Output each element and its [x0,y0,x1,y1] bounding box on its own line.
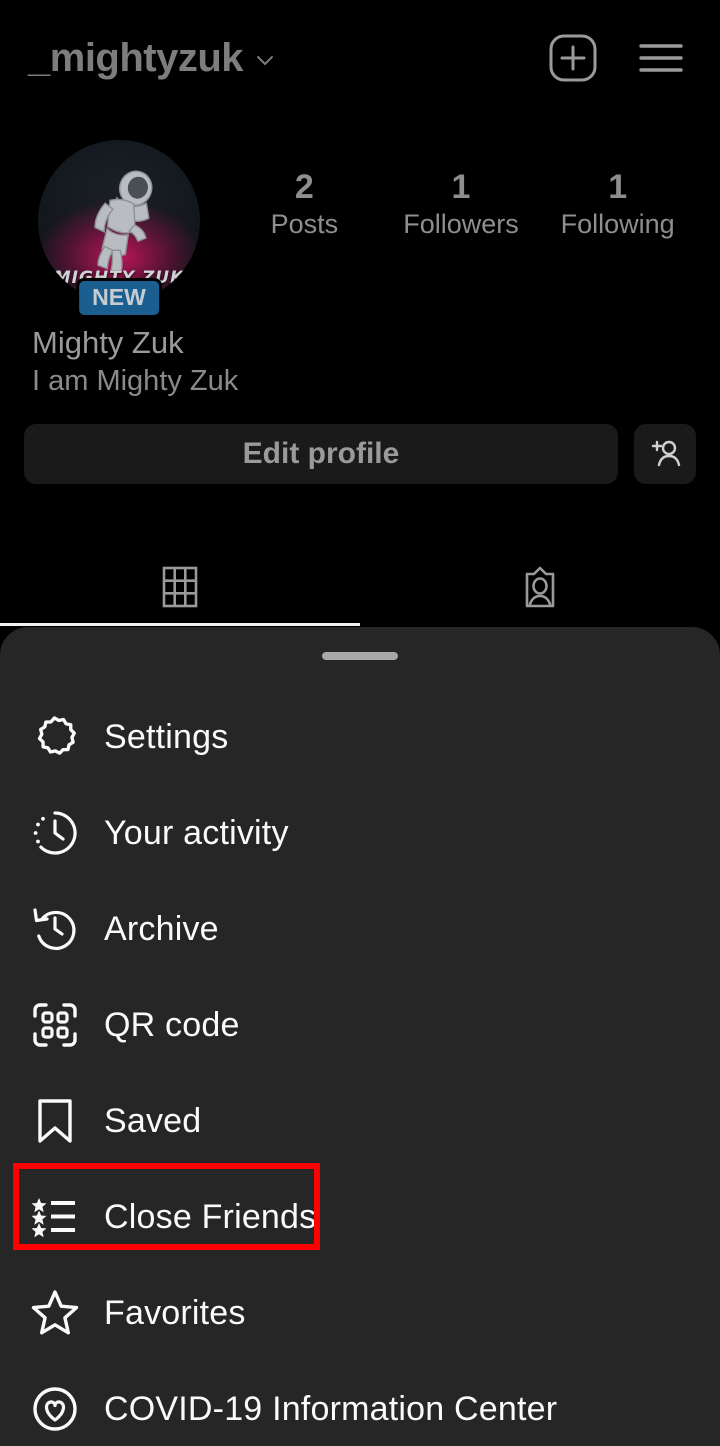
stat-posts-value: 2 [226,168,383,206]
menu-item-label: QR code [104,1006,240,1045]
star-icon [30,1288,86,1338]
tab-tagged-underline [360,623,720,626]
menu-item-close-friends[interactable]: Close Friends [0,1169,720,1265]
menu-item-label: Favorites [104,1294,246,1333]
menu-list: Settings Your activity [0,689,720,1446]
menu-item-label: COVID-19 Information Center [104,1390,557,1429]
profile-bio: I am Mighty Zuk [32,365,238,398]
profile-full-name: Mighty Zuk [32,325,184,361]
stat-followers-label: Followers [383,206,540,242]
profile-tabs [0,548,720,626]
menu-item-label: Saved [104,1102,201,1141]
menu-item-label: Archive [104,910,219,949]
menu-item-label: Your activity [104,814,289,853]
bottom-sheet-menu: Settings Your activity [0,627,720,1446]
menu-item-covid-info-center[interactable]: COVID-19 Information Center [0,1361,720,1446]
profile-actions: Edit profile [24,424,696,484]
header-actions [548,33,684,83]
profile-summary: MIGHTY ZUK NEW 2 Posts 1 Followers 1 Fol… [0,140,720,302]
gear-icon [30,712,86,762]
menu-item-settings[interactable]: Settings [0,689,720,785]
bookmark-icon [30,1096,86,1146]
menu-item-favorites[interactable]: Favorites [0,1265,720,1361]
activity-clock-icon [30,808,86,858]
new-badge: NEW [76,278,162,318]
tab-grid-underline [0,623,360,626]
username-switcher[interactable]: _mightyzuk [28,38,275,78]
stat-following-value: 1 [539,168,696,206]
tab-tagged[interactable] [360,548,720,626]
heart-circle-icon [30,1384,86,1434]
qr-code-icon [30,1000,86,1050]
grid-icon [157,564,203,610]
app-header: _mightyzuk [0,0,720,115]
avatar[interactable]: MIGHTY ZUK NEW [38,140,200,302]
stat-followers-value: 1 [383,168,540,206]
stat-posts[interactable]: 2 Posts [226,168,383,243]
stat-following-label: Following [539,206,696,242]
username-label: _mightyzuk [28,38,243,78]
edit-profile-button[interactable]: Edit profile [24,424,618,484]
instagram-profile-screen: _mightyzuk [0,0,720,1446]
tagged-person-icon [517,564,563,610]
stat-followers[interactable]: 1 Followers [383,168,540,243]
astronaut-figure [64,154,174,282]
menu-item-your-activity[interactable]: Your activity [0,785,720,881]
star-list-icon [30,1192,86,1242]
archive-clock-back-icon [30,904,86,954]
menu-item-saved[interactable]: Saved [0,1073,720,1169]
stat-following[interactable]: 1 Following [539,168,696,243]
menu-item-label: Settings [104,718,228,757]
menu-item-label: Close Friends [104,1198,316,1237]
tab-grid[interactable] [0,548,360,626]
stat-posts-label: Posts [226,206,383,242]
profile-stats: 2 Posts 1 Followers 1 Following [226,168,696,243]
add-person-icon [648,437,682,471]
hamburger-menu-icon[interactable] [638,38,684,78]
drag-handle[interactable] [322,652,398,660]
menu-item-qr-code[interactable]: QR code [0,977,720,1073]
plus-square-icon[interactable] [548,33,598,83]
add-person-button[interactable] [634,424,696,484]
chevron-down-icon[interactable] [255,51,275,71]
menu-item-archive[interactable]: Archive [0,881,720,977]
